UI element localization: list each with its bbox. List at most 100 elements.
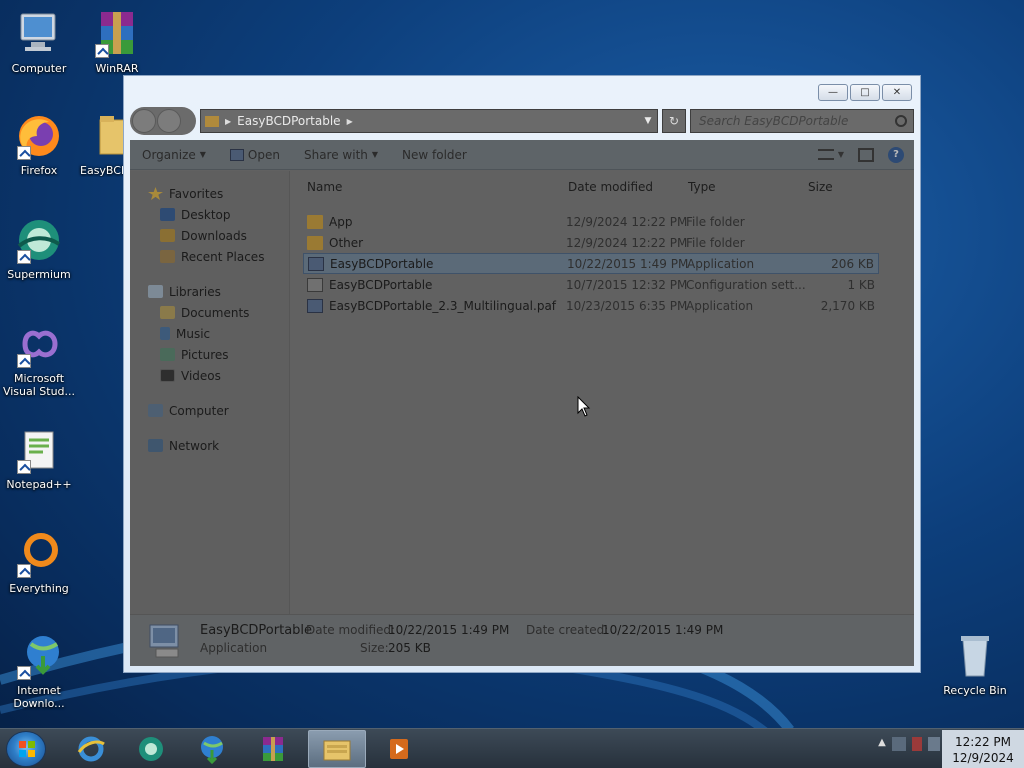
desktop-icon-easybcd[interactable]: EasyBCD [78, 112, 124, 177]
open-icon [229, 148, 244, 161]
clock[interactable]: 12:22 PM 12/9/2024 [942, 730, 1024, 768]
details-date-modified: 10/22/2015 1:49 PM [388, 623, 510, 637]
desktop-icon-computer[interactable]: Computer [0, 10, 78, 75]
command-bar-right: ▼ ? [817, 146, 914, 163]
volume-icon[interactable] [928, 737, 940, 751]
taskbar-internet-download-manager[interactable] [182, 730, 240, 768]
file-row[interactable]: App 12/9/2024 12:22 PM File folder [303, 211, 879, 232]
music-icon [160, 327, 170, 340]
maximize-button[interactable]: □ [850, 84, 880, 101]
change-view-icon[interactable] [817, 149, 834, 160]
libraries-icon [148, 285, 163, 298]
nav-item-documents[interactable]: Documents [130, 302, 289, 323]
minimize-icon: — [828, 87, 838, 98]
column-header-type[interactable]: Type [688, 180, 716, 194]
address-dropdown-icon[interactable]: ▼ [639, 116, 657, 126]
desktop-icon-notepadpp[interactable]: Notepad++ [0, 426, 78, 491]
help-icon[interactable]: ? [888, 146, 904, 163]
action-center-flag-icon[interactable] [912, 737, 922, 751]
address-bar[interactable]: ▶ EasyBCDPortable ▶ ▼ [200, 109, 658, 133]
preview-pane-icon[interactable] [858, 147, 874, 162]
libraries-group: Libraries Documents Music Pictures Video… [130, 281, 289, 386]
taskbar-supermium[interactable] [122, 730, 180, 768]
nav-favorites[interactable]: Favorites [130, 183, 289, 204]
file-date: 10/7/2015 12:32 PM [566, 277, 688, 292]
recent-places-icon [160, 250, 175, 263]
network-tray-icon[interactable] [892, 737, 906, 751]
nav-libraries[interactable]: Libraries [130, 281, 289, 302]
clock-time: 12:22 PM [955, 735, 1011, 749]
desktop-icon-recycle-bin[interactable]: Recycle Bin [936, 632, 1014, 697]
computer-icon [15, 10, 63, 58]
new-folder-button[interactable]: New folder [390, 148, 479, 162]
nav-label: Network [169, 438, 220, 453]
file-row-selected[interactable]: EasyBCDPortable 10/22/2015 1:49 PM Appli… [303, 253, 879, 274]
search-input[interactable]: Search EasyBCDPortable [690, 109, 914, 133]
taskbar-windows-explorer[interactable] [308, 730, 366, 768]
taskbar-media-player[interactable] [370, 730, 428, 768]
nav-item-music[interactable]: Music [130, 323, 289, 344]
nav-label: Recent Places [181, 249, 265, 264]
app-icon [307, 298, 323, 313]
nav-item-pictures[interactable]: Pictures [130, 344, 289, 365]
desktop-icon-winrar[interactable]: WinRAR [78, 10, 156, 75]
taskbar-internet-explorer[interactable] [62, 730, 120, 768]
internet-download-manager-icon [201, 736, 223, 764]
start-button[interactable] [6, 731, 46, 767]
nav-item-downloads[interactable]: Downloads [130, 225, 289, 246]
breadcrumb-separator-icon: ▶ [225, 116, 232, 126]
taskbar-winrar[interactable] [244, 730, 302, 768]
column-header-name[interactable]: Name [307, 180, 342, 194]
shortcut-arrow-icon [95, 44, 109, 58]
desktop-icon-firefox[interactable]: Firefox [0, 112, 78, 177]
share-with-label: Share with [303, 147, 368, 162]
nav-label: Computer [169, 403, 229, 418]
breadcrumb-separator-icon[interactable]: ▶ [347, 117, 353, 126]
file-row[interactable]: Other 12/9/2024 12:22 PM File folder [303, 232, 879, 253]
nav-item-recent-places[interactable]: Recent Places [130, 246, 289, 267]
nav-computer[interactable]: Computer [130, 400, 289, 421]
share-with-button[interactable]: Share with ▼ [292, 148, 390, 162]
refresh-button[interactable]: ↻ [662, 109, 686, 133]
desktop-icon-internet-download-manager[interactable]: Internet Downlo... [0, 632, 78, 710]
organize-button[interactable]: Organize ▼ [130, 148, 218, 162]
desktop-icon-label: WinRAR [95, 62, 139, 75]
back-button[interactable] [132, 109, 156, 133]
desktop-icon-label: Everything [9, 582, 69, 595]
notepadpp-icon [15, 426, 63, 474]
explorer-client-area: Organize ▼ Open Share with ▼ New folder … [130, 140, 914, 666]
nav-label: Libraries [169, 284, 221, 299]
minimize-button[interactable]: — [818, 84, 848, 101]
desktop-icon-label: EasyBCD [80, 164, 124, 177]
tray-expand-icon[interactable]: ▲ [878, 737, 886, 751]
file-row[interactable]: EasyBCDPortable_2.3_Multilingual.paf 10/… [303, 295, 879, 316]
file-name: App [329, 214, 353, 229]
forward-button[interactable] [157, 109, 181, 133]
nav-item-desktop[interactable]: Desktop [130, 204, 289, 225]
column-header-size[interactable]: Size [808, 180, 833, 194]
desktop-icon-visual-studio[interactable]: Microsoft Visual Stud... [0, 320, 78, 398]
nav-network[interactable]: Network [130, 435, 289, 456]
breadcrumb-segment[interactable]: EasyBCDPortable [237, 114, 340, 128]
file-row[interactable]: EasyBCDPortable 10/7/2015 12:32 PM Confi… [303, 274, 879, 295]
supermium-icon [139, 737, 163, 761]
network-icon [148, 439, 163, 452]
file-date: 12/9/2024 12:22 PM [566, 235, 688, 250]
file-type: Application [686, 298, 754, 313]
shortcut-arrow-icon [17, 250, 31, 264]
close-button[interactable]: ✕ [882, 84, 912, 101]
chevron-down-icon[interactable]: ▼ [838, 150, 844, 159]
recycle-bin-icon [951, 632, 999, 680]
internet-download-manager-icon [15, 632, 63, 680]
column-header-date-modified[interactable]: Date modified [568, 180, 653, 194]
details-date-created: 10/22/2015 1:49 PM [602, 623, 724, 637]
explorer-window[interactable]: — □ ✕ ▶ EasyBCDPortable ▶ ▼ ↻ Search Eas… [123, 75, 921, 673]
nav-item-videos[interactable]: Videos [130, 365, 289, 386]
app-icon [146, 621, 186, 661]
desktop-icon-supermium[interactable]: Supermium [0, 216, 78, 281]
search-icon[interactable] [895, 115, 907, 127]
open-button[interactable]: Open [218, 148, 292, 162]
search-placeholder: Search EasyBCDPortable [699, 114, 849, 128]
desktop-icon-everything[interactable]: Everything [0, 530, 78, 595]
documents-icon [160, 306, 175, 319]
